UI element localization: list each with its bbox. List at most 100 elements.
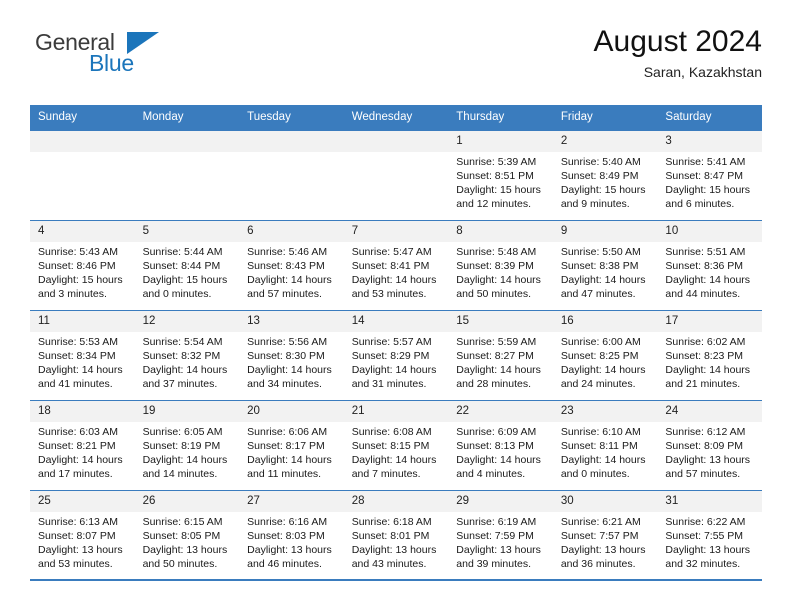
sunset-time: Sunset: 8:46 PM <box>38 260 116 273</box>
day-sun-info: Sunrise: 6:00 AM Sunset: 8:25 PM Daylight:… <box>553 332 658 391</box>
sunrise-time: Sunrise: 6:21 AM <box>560 516 641 529</box>
sunrise-time: Sunrise: 5:44 AM <box>142 246 223 259</box>
calendar-week-row: 11 Sunrise: 5:53 AM Sunset: 8:34 PM Dayligh… <box>30 309 762 400</box>
daylight-duration-line2: and 4 minutes. <box>456 468 526 481</box>
day-cell[interactable]: 10 Sunrise: 5:51 AM Sunset: 8:36 PM Dayligh… <box>657 220 762 310</box>
day-number: 15 <box>448 310 553 333</box>
day-number: 20 <box>239 400 344 423</box>
sunset-time: Sunset: 8:23 PM <box>665 350 744 363</box>
day-number: 19 <box>134 400 240 423</box>
daylight-duration-line2: and 24 minutes. <box>560 378 636 391</box>
daylight-duration-line1: Daylight: 14 hours <box>38 454 123 467</box>
day-cell[interactable]: 15 Sunrise: 5:59 AM Sunset: 8:27 PM Dayligh… <box>448 310 553 400</box>
daylight-duration-line1: Daylight: 14 hours <box>142 364 228 377</box>
sunset-time: Sunset: 8:07 PM <box>38 530 116 543</box>
day-sun-info: Sunrise: 6:19 AM Sunset: 7:59 PM Daylight:… <box>448 512 553 571</box>
sunrise-time: Sunrise: 6:13 AM <box>38 516 118 529</box>
day-sun-info: Sunrise: 5:54 AM Sunset: 8:32 PM Daylight:… <box>135 332 240 391</box>
daylight-duration-line2: and 57 minutes. <box>247 288 322 301</box>
sunrise-time: Sunrise: 6:18 AM <box>351 516 432 529</box>
weekday-header-friday: Friday <box>560 111 593 123</box>
sunset-time: Sunset: 8:34 PM <box>38 350 116 363</box>
daylight-duration-line1: Daylight: 14 hours <box>247 274 332 287</box>
day-cell[interactable]: 7 Sunrise: 5:47 AM Sunset: 8:41 PM Daylight… <box>343 220 449 310</box>
day-cell[interactable]: 5 Sunrise: 5:44 AM Sunset: 8:44 PM Daylight… <box>134 220 240 310</box>
day-cell[interactable]: 17 Sunrise: 6:02 AM Sunset: 8:23 PM Dayligh… <box>657 310 762 400</box>
sunset-time: Sunset: 8:19 PM <box>142 440 221 453</box>
daylight-duration-line2: and 57 minutes. <box>665 468 741 481</box>
day-number: 2 <box>552 130 658 153</box>
daylight-duration-line1: Daylight: 14 hours <box>560 454 646 467</box>
day-sun-info: Sunrise: 5:51 AM Sunset: 8:36 PM Daylight:… <box>657 242 762 301</box>
day-number: 23 <box>552 400 658 423</box>
day-cell[interactable]: 12 Sunrise: 5:54 AM Sunset: 8:32 PM Dayligh… <box>134 310 240 400</box>
day-cell[interactable]: 19 Sunrise: 6:05 AM Sunset: 8:19 PM Dayligh… <box>134 400 240 490</box>
day-cell[interactable]: 26 Sunrise: 6:15 AM Sunset: 8:05 PM Dayligh… <box>134 490 240 580</box>
sunset-time: Sunset: 8:01 PM <box>351 530 430 543</box>
sunset-time: Sunset: 8:13 PM <box>456 440 534 453</box>
day-cell[interactable]: 21 Sunrise: 6:08 AM Sunset: 8:15 PM Dayligh… <box>343 400 449 490</box>
day-number: 26 <box>134 490 240 513</box>
day-cell[interactable]: 18 Sunrise: 6:03 AM Sunset: 8:21 PM Dayligh… <box>30 400 135 490</box>
day-sun-info: Sunrise: 6:09 AM Sunset: 8:13 PM Daylight:… <box>448 422 553 481</box>
day-cell[interactable]: 1 Sunrise: 5:39 AM Sunset: 8:51 PM Daylight… <box>448 130 553 220</box>
sunrise-time: Sunrise: 5:46 AM <box>247 246 328 259</box>
day-cell[interactable]: 29 Sunrise: 6:19 AM Sunset: 7:59 PM Dayligh… <box>448 490 553 580</box>
day-number: 9 <box>552 220 658 243</box>
day-number: 8 <box>448 220 553 243</box>
day-number: 7 <box>343 220 449 243</box>
day-cell[interactable]: 13 Sunrise: 5:56 AM Sunset: 8:30 PM Dayligh… <box>239 310 344 400</box>
daylight-duration-line2: and 11 minutes. <box>247 468 322 481</box>
day-number: 31 <box>657 490 762 513</box>
day-cell[interactable]: 20 Sunrise: 6:06 AM Sunset: 8:17 PM Dayligh… <box>239 400 344 490</box>
sunrise-time: Sunrise: 5:43 AM <box>38 246 118 259</box>
day-cell[interactable]: 16 Sunrise: 6:00 AM Sunset: 8:25 PM Dayligh… <box>552 310 658 400</box>
day-cell[interactable]: 31 Sunrise: 6:22 AM Sunset: 7:55 PM Dayligh… <box>657 490 762 580</box>
day-number: 12 <box>134 310 240 333</box>
sunset-time: Sunset: 8:27 PM <box>456 350 534 363</box>
day-cell[interactable]: 28 Sunrise: 6:18 AM Sunset: 8:01 PM Dayligh… <box>343 490 449 580</box>
sunset-time: Sunset: 8:41 PM <box>351 260 430 273</box>
sunset-time: Sunset: 7:59 PM <box>456 530 534 543</box>
daylight-duration-line2: and 50 minutes. <box>142 558 218 571</box>
day-cell[interactable]: 6 Sunrise: 5:46 AM Sunset: 8:43 PM Daylight… <box>239 220 344 310</box>
day-sun-info: Sunrise: 5:44 AM Sunset: 8:44 PM Daylight:… <box>135 242 240 301</box>
general-blue-logo[interactable]: General Blue <box>30 26 180 82</box>
day-cell[interactable]: 4 Sunrise: 5:43 AM Sunset: 8:46 PM Daylight… <box>30 220 135 310</box>
day-number: 18 <box>30 400 135 423</box>
sunset-time: Sunset: 8:32 PM <box>142 350 221 363</box>
sunset-time: Sunset: 8:05 PM <box>142 530 221 543</box>
day-cell[interactable]: 11 Sunrise: 5:53 AM Sunset: 8:34 PM Dayligh… <box>30 310 135 400</box>
day-cell[interactable]: 27 Sunrise: 6:16 AM Sunset: 8:03 PM Dayligh… <box>239 490 344 580</box>
day-cell[interactable]: 30 Sunrise: 6:21 AM Sunset: 7:57 PM Dayligh… <box>552 490 658 580</box>
day-number <box>239 130 344 152</box>
day-cell[interactable]: 14 Sunrise: 5:57 AM Sunset: 8:29 PM Dayligh… <box>343 310 449 400</box>
daylight-duration-line1: Daylight: 13 hours <box>38 544 123 557</box>
day-cell-empty <box>30 130 135 220</box>
daylight-duration-line1: Daylight: 14 hours <box>247 364 332 377</box>
day-number: 22 <box>448 400 553 423</box>
daylight-duration-line1: Daylight: 13 hours <box>560 544 646 557</box>
daylight-duration-line2: and 14 minutes. <box>142 468 218 481</box>
daylight-duration-line2: and 31 minutes. <box>351 378 427 391</box>
day-cell[interactable]: 24 Sunrise: 6:12 AM Sunset: 8:09 PM Dayligh… <box>657 400 762 490</box>
day-cell[interactable]: 9 Sunrise: 5:50 AM Sunset: 8:38 PM Daylight… <box>552 220 658 310</box>
sunset-time: Sunset: 8:44 PM <box>142 260 221 273</box>
day-cell[interactable]: 23 Sunrise: 6:10 AM Sunset: 8:11 PM Dayligh… <box>552 400 658 490</box>
daylight-duration-line2: and 47 minutes. <box>560 288 636 301</box>
day-cell[interactable]: 3 Sunrise: 5:41 AM Sunset: 8:47 PM Daylight… <box>657 130 762 220</box>
day-cell[interactable]: 8 Sunrise: 5:48 AM Sunset: 8:39 PM Daylight… <box>448 220 553 310</box>
sunset-time: Sunset: 8:25 PM <box>560 350 639 363</box>
day-sun-info: Sunrise: 6:06 AM Sunset: 8:17 PM Daylight:… <box>239 422 344 481</box>
weekday-header-thursday: Thursday <box>456 111 505 123</box>
day-sun-info: Sunrise: 6:16 AM Sunset: 8:03 PM Daylight:… <box>239 512 344 571</box>
day-cell[interactable]: 25 Sunrise: 6:13 AM Sunset: 8:07 PM Dayligh… <box>30 490 135 580</box>
page-header: General Blue August 2024 Saran, Kazakhst… <box>30 26 762 96</box>
day-number: 30 <box>552 490 658 513</box>
daylight-duration-line1: Daylight: 13 hours <box>665 454 751 467</box>
sunrise-time: Sunrise: 5:54 AM <box>142 336 223 349</box>
sunrise-time: Sunrise: 6:05 AM <box>142 426 223 439</box>
day-cell[interactable]: 2 Sunrise: 5:40 AM Sunset: 8:49 PM Daylight… <box>552 130 658 220</box>
calendar-week-row: 25 Sunrise: 6:13 AM Sunset: 8:07 PM Dayligh… <box>30 489 762 580</box>
day-cell[interactable]: 22 Sunrise: 6:09 AM Sunset: 8:13 PM Dayligh… <box>448 400 553 490</box>
